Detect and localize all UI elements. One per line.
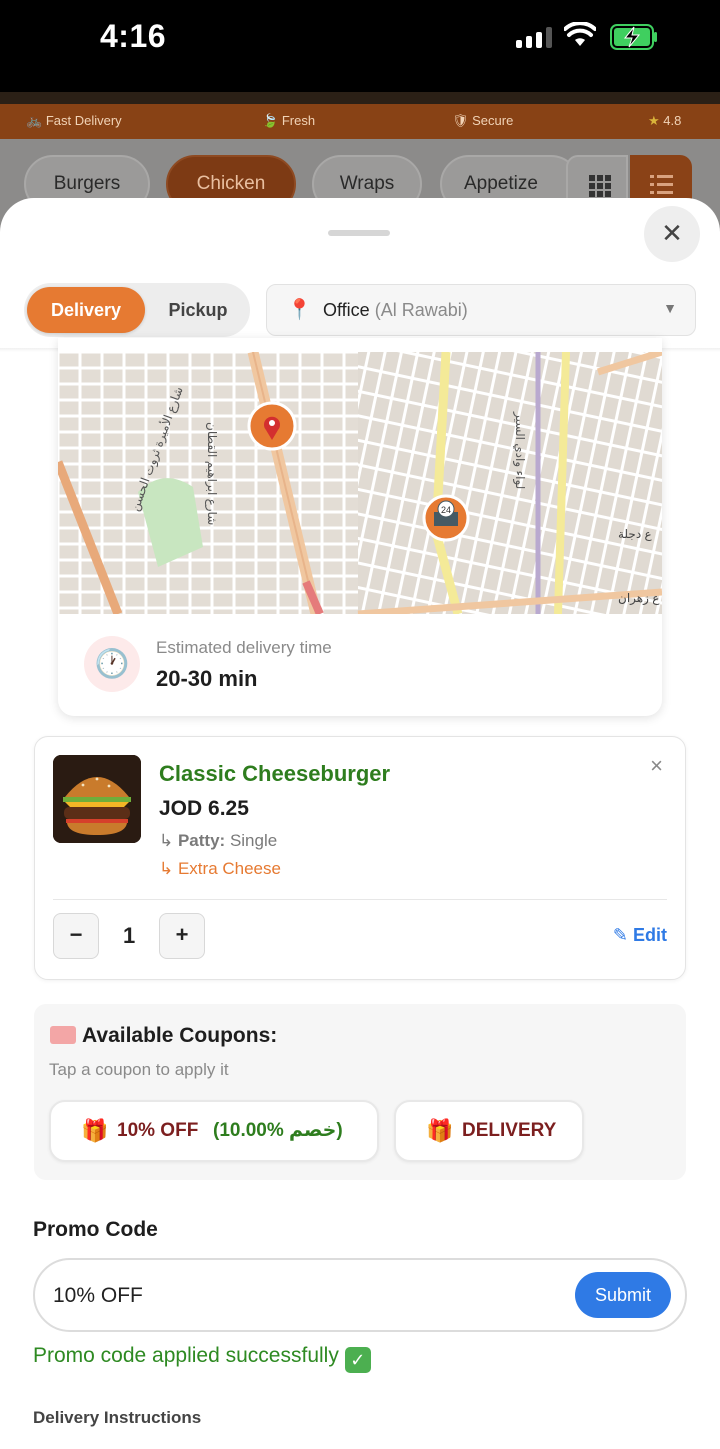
promo-code-field: Submit — [33, 1258, 687, 1332]
delivery-map-card: شارع ابراهيم القطان شارع الأميرة ثروت ال… — [58, 338, 662, 716]
promo-code-title: Promo Code — [33, 1218, 158, 1241]
promo-code-input[interactable] — [53, 1274, 553, 1318]
svg-text:ع دجلة: ع دجلة — [618, 527, 653, 541]
close-sheet-button[interactable]: ✕ — [644, 206, 700, 262]
promo-success-message: Promo code applied successfully ✓ — [33, 1344, 371, 1373]
gift-icon: 🎁 — [81, 1118, 109, 1143]
submit-promo-button[interactable]: Submit — [575, 1272, 671, 1318]
location-area: (Al Rawabi) — [374, 300, 468, 320]
check-icon: ✓ — [344, 1347, 371, 1373]
quantity-value: 1 — [123, 923, 136, 948]
coupon-percent-off[interactable]: 🎁 10% OFF (10.00% خصم) — [49, 1100, 379, 1162]
chevron-down-icon: ▼ — [663, 300, 677, 316]
hero-image-strip — [0, 92, 720, 104]
close-icon: ✕ — [661, 218, 683, 248]
trust-fresh: 🍃 Fresh — [262, 113, 316, 128]
svg-text:لواء وادي السير: لواء وادي السير — [512, 411, 527, 489]
order-mode-toggle: Delivery Pickup — [24, 283, 250, 337]
destination-pin-icon — [247, 401, 297, 451]
coupon-code: 10% OFF — [117, 1120, 199, 1141]
ticket-icon — [50, 1026, 76, 1044]
item-name: Classic Cheeseburger — [159, 761, 391, 786]
wifi-icon — [564, 22, 596, 46]
delivery-instructions-title: Delivery Instructions — [33, 1408, 202, 1427]
coupons-section: Available Coupons: Tap a coupon to apply… — [34, 1004, 686, 1180]
increase-quantity-button[interactable]: + — [159, 913, 205, 959]
decrease-quantity-button[interactable]: − — [53, 913, 99, 959]
trust-bar: 🚲 Fast Delivery 🍃 Fresh 🛡 Secure ★ 4.8 — [0, 104, 720, 139]
rating: ★ 4.8 — [648, 113, 682, 128]
coupons-hint: Tap a coupon to apply it — [49, 1060, 229, 1079]
svg-text:24: 24 — [441, 505, 451, 515]
item-image — [53, 755, 141, 843]
delivery-mode-button[interactable]: Delivery — [27, 287, 145, 333]
status-bar: 4:16 — [0, 0, 720, 92]
eta-section: 🕐 Estimated delivery time 20-30 min — [58, 614, 662, 716]
clock-icon: 🕐 — [84, 636, 140, 692]
delivery-location-select[interactable]: 📍 Office (Al Rawabi) ▼ — [266, 284, 696, 336]
map-pin-icon: 📍 — [287, 299, 312, 321]
coupons-title: Available Coupons: — [50, 1024, 277, 1048]
coupon-description: (10.00% خصم) — [213, 1120, 343, 1141]
item-extra: ↳ Extra Cheese — [159, 859, 281, 878]
edit-item-button[interactable]: ✎ Edit — [613, 925, 667, 946]
battery-charging-icon — [610, 24, 657, 50]
svg-text:شارع ابراهيم القطان: شارع ابراهيم القطان — [204, 422, 219, 525]
item-divider — [53, 899, 667, 900]
item-modifier: ↳ Patty: Single — [159, 831, 278, 850]
cart-item-card: Classic Cheeseburger JOD 6.25 ↳ Patty: S… — [34, 736, 686, 980]
cellular-signal-icon — [516, 26, 554, 48]
trust-secure: 🛡 Secure — [452, 113, 514, 128]
coupon-delivery[interactable]: 🎁 DELIVERY — [394, 1100, 584, 1162]
coupon-code: DELIVERY — [462, 1120, 557, 1141]
item-price: JOD 6.25 — [159, 797, 249, 820]
eta-value: 20-30 min — [156, 666, 258, 691]
cart-bottom-sheet: ✕ Delivery Pickup 📍 Office (Al Rawabi) ▼ — [0, 198, 720, 1449]
svg-text:ع زهران: ع زهران — [618, 591, 660, 606]
status-time: 4:16 — [100, 18, 167, 54]
pencil-icon: ✎ — [612, 925, 628, 945]
store-location-icon: 24 — [422, 494, 470, 542]
delivery-map[interactable]: شارع ابراهيم القطان شارع الأميرة ثروت ال… — [58, 352, 662, 614]
pickup-mode-button[interactable]: Pickup — [148, 287, 248, 333]
sheet-drag-handle[interactable] — [328, 230, 390, 236]
trust-fast-delivery: 🚲 Fast Delivery — [26, 113, 122, 128]
location-name: Office — [323, 300, 370, 320]
gift-icon: 🎁 — [426, 1118, 454, 1143]
eta-label: Estimated delivery time — [156, 638, 332, 657]
remove-item-icon[interactable]: × — [650, 753, 663, 779]
